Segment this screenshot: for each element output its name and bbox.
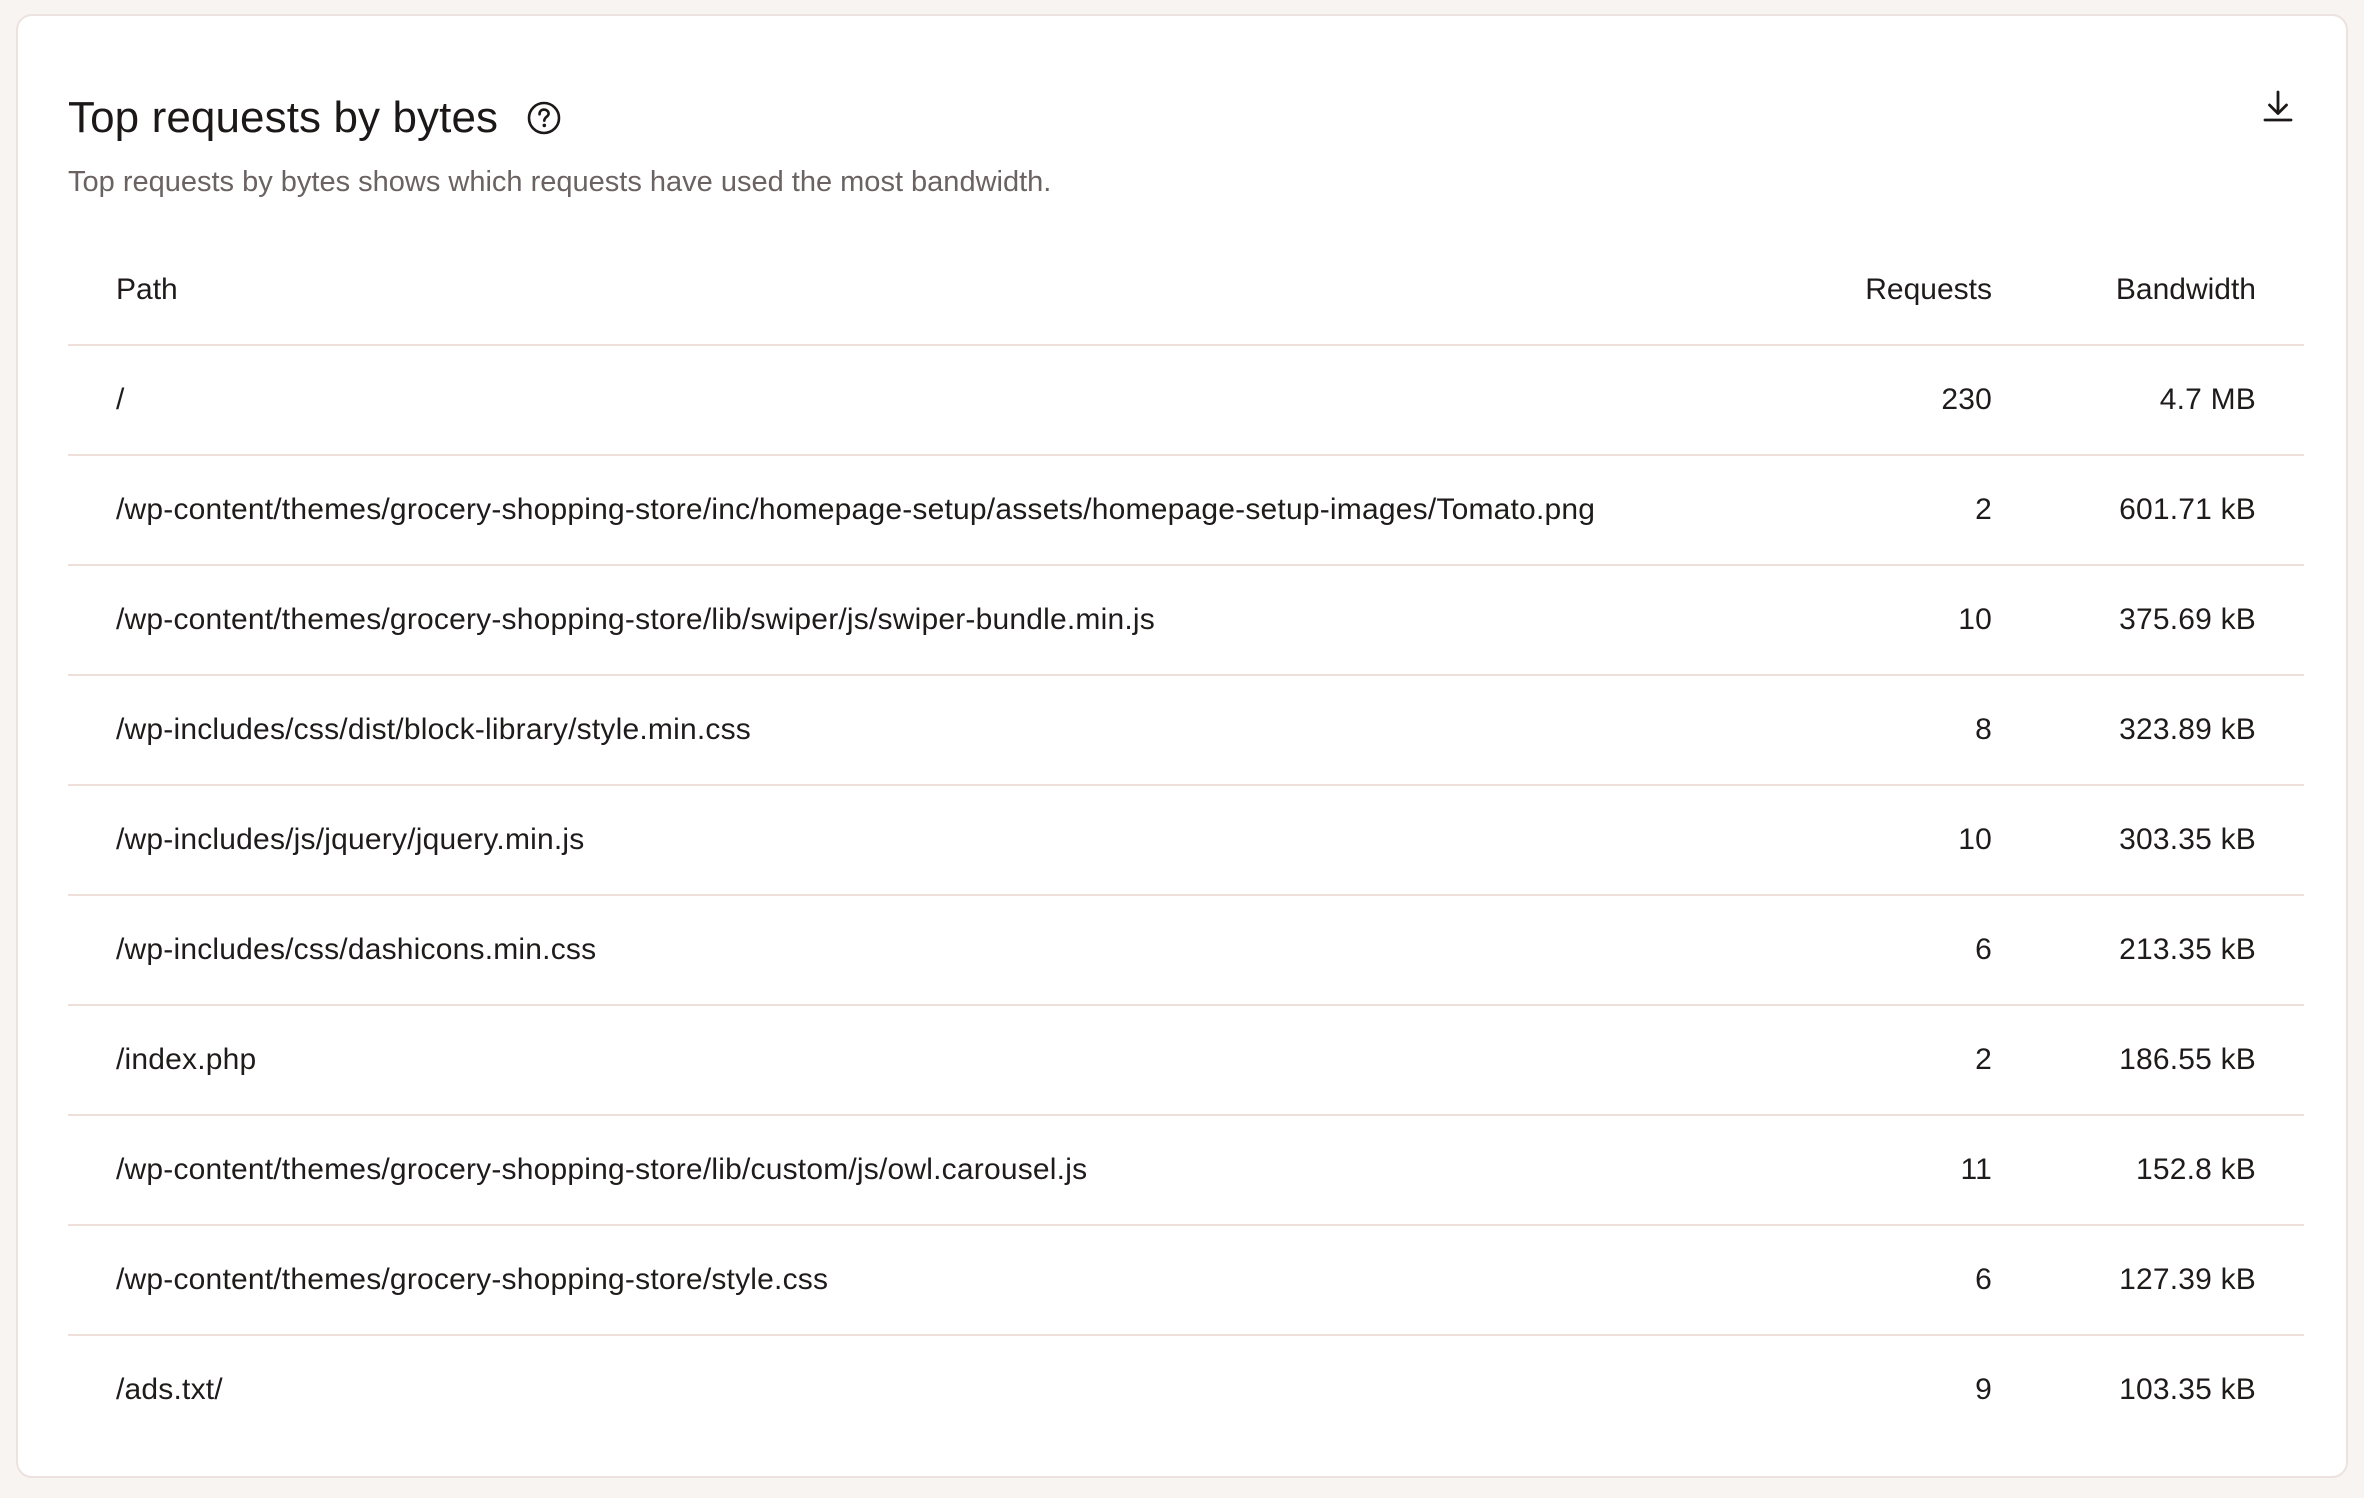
requests-cell: 230	[1672, 345, 1992, 456]
path-cell: /wp-content/themes/grocery-shopping-stor…	[68, 1115, 1672, 1226]
table-row: /wp-includes/css/dist/block-library/styl…	[68, 675, 2304, 786]
card-header: Top requests by bytes	[68, 82, 564, 154]
table-row: /wp-includes/css/dashicons.min.css 6 213…	[68, 895, 2304, 1006]
card-description: Top requests by bytes shows which reques…	[68, 166, 1052, 198]
table-row: /wp-content/themes/grocery-shopping-stor…	[68, 455, 2304, 566]
top-requests-card: Top requests by bytes Top requests by by…	[16, 14, 2348, 1478]
requests-table: Path Requests Bandwidth / 230 4.7 MB /wp…	[68, 236, 2304, 1444]
bandwidth-cell: 186.55 kB	[1992, 1005, 2304, 1116]
bandwidth-cell: 375.69 kB	[1992, 565, 2304, 676]
path-cell: /wp-includes/js/jquery/jquery.min.js	[68, 785, 1672, 896]
table-row: /ads.txt/ 9 103.35 kB	[68, 1335, 2304, 1444]
table-row: /wp-content/themes/grocery-shopping-stor…	[68, 1115, 2304, 1226]
table-header-row: Path Requests Bandwidth	[68, 236, 2304, 346]
table-row: /wp-content/themes/grocery-shopping-stor…	[68, 565, 2304, 676]
card-title: Top requests by bytes	[68, 93, 499, 142]
bandwidth-cell: 4.7 MB	[1992, 345, 2304, 456]
table-row: /wp-includes/js/jquery/jquery.min.js 10 …	[68, 785, 2304, 896]
download-icon[interactable]	[2254, 82, 2302, 130]
column-header-requests[interactable]: Requests	[1672, 236, 1992, 346]
requests-cell: 10	[1672, 565, 1992, 676]
bandwidth-cell: 103.35 kB	[2119, 1373, 2256, 1406]
requests-cell: 9	[1975, 1373, 1992, 1406]
requests-cell: 2	[1672, 455, 1992, 566]
bandwidth-cell: 152.8 kB	[1992, 1115, 2304, 1226]
path-cell: /wp-includes/css/dashicons.min.css	[68, 895, 1672, 1006]
bandwidth-cell: 323.89 kB	[1992, 675, 2304, 786]
question-circle-icon[interactable]	[524, 98, 564, 138]
bandwidth-cell: 127.39 kB	[1992, 1225, 2304, 1336]
requests-cell: 6	[1672, 895, 1992, 1006]
bandwidth-cell: 213.35 kB	[1992, 895, 2304, 1006]
column-header-bandwidth[interactable]: Bandwidth	[1992, 236, 2304, 346]
path-cell: /wp-includes/css/dist/block-library/styl…	[68, 675, 1672, 786]
path-cell: /wp-content/themes/grocery-shopping-stor…	[68, 455, 1672, 566]
table-row: / 230 4.7 MB	[68, 345, 2304, 456]
bandwidth-cell: 303.35 kB	[1992, 785, 2304, 896]
bandwidth-cell: 601.71 kB	[1992, 455, 2304, 566]
path-cell: /wp-content/themes/grocery-shopping-stor…	[68, 565, 1672, 676]
table-row: /wp-content/themes/grocery-shopping-stor…	[68, 1225, 2304, 1336]
requests-cell: 2	[1672, 1005, 1992, 1116]
path-cell: /index.php	[68, 1005, 1672, 1116]
table-row: /index.php 2 186.55 kB	[68, 1005, 2304, 1116]
requests-cell: 11	[1672, 1115, 1992, 1226]
path-cell: /ads.txt/	[116, 1373, 223, 1406]
path-cell: /	[68, 345, 1672, 456]
requests-cell: 10	[1672, 785, 1992, 896]
path-cell: /wp-content/themes/grocery-shopping-stor…	[68, 1225, 1672, 1336]
column-header-path[interactable]: Path	[68, 236, 1672, 346]
requests-cell: 6	[1672, 1225, 1992, 1336]
requests-cell: 8	[1672, 675, 1992, 786]
